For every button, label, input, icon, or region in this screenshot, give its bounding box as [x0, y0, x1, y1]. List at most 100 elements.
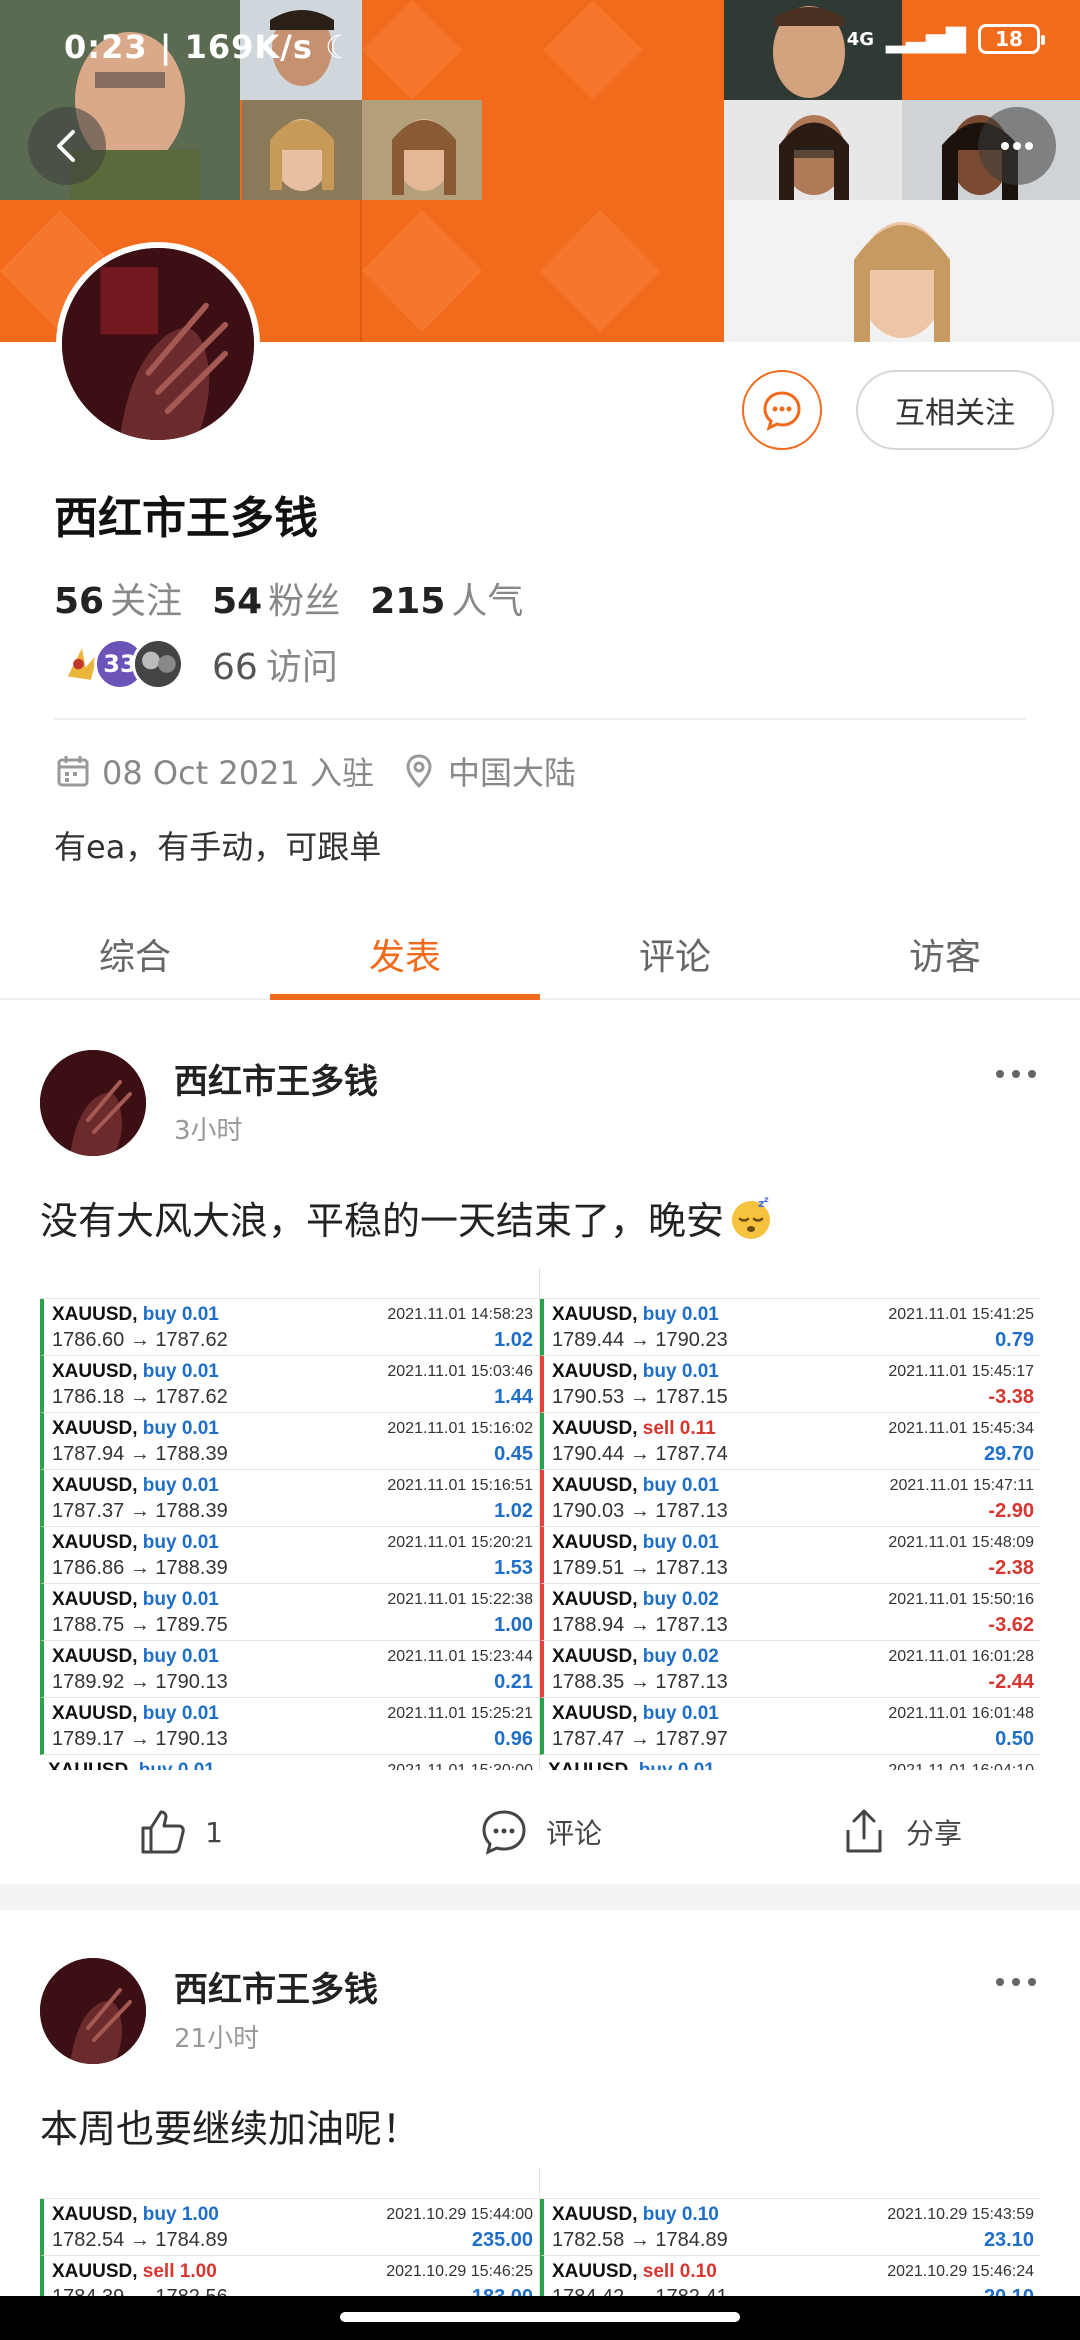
profile-avatar[interactable] — [56, 242, 260, 446]
followers-count[interactable]: 54 — [212, 581, 262, 622]
trade-direction: buy — [642, 1703, 677, 1724]
trade-symbol: XAUUSD, — [552, 1646, 638, 1667]
visitor-avatar — [132, 638, 184, 690]
trade-time: 2021.11.01 15:45:34 — [888, 1420, 1034, 1437]
tab-posts[interactable]: 发表 — [270, 900, 540, 1000]
like-button[interactable]: 1 — [0, 1792, 360, 1872]
recent-visitors[interactable]: 33 66 访问 — [56, 638, 338, 690]
trade-symbol: XAUUSD, — [48, 1760, 134, 1770]
trade-row-clipped — [540, 2168, 1040, 2199]
share-button[interactable]: 分享 — [720, 1792, 1080, 1872]
comment-button[interactable]: 评论 — [360, 1792, 720, 1872]
trade-symbol: XAUUSD, — [552, 1589, 638, 1610]
trade-symbol: XAUUSD, — [52, 1532, 138, 1553]
trade-lot: 0.01 — [181, 1589, 219, 1610]
location-icon — [406, 754, 432, 789]
trade-symbol: XAUUSD, — [52, 2261, 138, 2282]
tab-visitors[interactable]: 访客 — [810, 900, 1080, 998]
trade-time: 2021.10.29 15:44:00 — [386, 2206, 533, 2223]
trade-direction: buy — [642, 2204, 677, 2225]
trade-direction: buy — [642, 1589, 677, 1610]
trade-lot: 0.01 — [181, 1703, 219, 1724]
trade-time: 2021.11.01 15:20:21 — [387, 1534, 533, 1551]
join-date: 08 Oct 2021 入驻 — [102, 754, 375, 792]
trade-direction: buy — [142, 1703, 177, 1724]
trade-time: 2021.11.01 15:47:11 — [889, 1477, 1034, 1494]
tab-comments[interactable]: 评论 — [540, 900, 810, 998]
trade-time: 2021.11.01 16:04:10 — [888, 1759, 1034, 1770]
trade-lot: 0.01 — [681, 1361, 719, 1382]
trade-row: XAUUSD, buy 0.01 2021.11.01 15:25:21 1789.… — [40, 1698, 539, 1755]
trade-symbol: XAUUSD, — [552, 1703, 638, 1724]
trade-row: XAUUSD, sell 0.11 2021.11.01 15:45:34 1790… — [540, 1413, 1040, 1470]
trade-price: 1786.60 → 1787.62 — [52, 1329, 228, 1351]
trade-lot: 0.01 — [181, 1418, 219, 1439]
trade-lot: 0.01 — [681, 1304, 719, 1325]
post-text: 没有大风大浪，平稳的一天结束了，晚安 zz — [40, 1190, 774, 1245]
trade-row: XAUUSD, buy 0.10 2021.10.29 15:43:59 1782.… — [540, 2199, 1040, 2256]
post-more-icon[interactable] — [992, 1064, 1040, 1084]
trade-profit: -2.44 — [988, 1671, 1034, 1693]
trade-direction: buy — [142, 1475, 177, 1496]
trade-direction: sell — [642, 2261, 675, 2282]
following-label[interactable]: 关注 — [110, 572, 182, 624]
divider — [54, 718, 1026, 720]
trade-lot: 0.10 — [681, 2204, 719, 2225]
trade-direction: buy — [142, 1304, 177, 1325]
post-author-name[interactable]: 西红市王多钱 — [174, 1054, 378, 1103]
home-indicator[interactable] — [340, 2312, 740, 2322]
trade-profit: 0.79 — [995, 1329, 1034, 1351]
battery-icon: 18 — [978, 24, 1045, 54]
post-image-trades[interactable]: XAUUSD, buy 0.01 2021.11.01 14:58:23 1786.… — [40, 1268, 1040, 1770]
post-author-name[interactable]: 西红市王多钱 — [174, 1962, 378, 2011]
post-author-avatar[interactable] — [40, 1050, 146, 1156]
followers-label[interactable]: 粉丝 — [268, 572, 340, 624]
post-more-icon[interactable] — [992, 1972, 1040, 1992]
trade-profit: 1.53 — [494, 1557, 533, 1579]
trade-direction: buy — [639, 1760, 673, 1770]
trade-profit: 235.00 — [471, 2229, 533, 2251]
trade-time: 2021.10.29 15:46:24 — [887, 2263, 1034, 2280]
trade-column-left: XAUUSD, buy 0.01 2021.11.01 14:58:23 1786.… — [40, 1268, 540, 1770]
trade-profit: 0.50 — [995, 1728, 1034, 1750]
trade-lot: 0.02 — [681, 1646, 719, 1667]
svg-text:z: z — [764, 1195, 769, 1204]
trade-row: XAUUSD, buy 0.01 2021.11.01 14:58:23 1786.… — [40, 1299, 539, 1356]
trade-price: 1789.44 → 1790.23 — [552, 1329, 728, 1351]
trade-profit: -3.38 — [988, 1386, 1034, 1408]
cover-portrait — [724, 100, 902, 200]
trade-direction: buy — [142, 1418, 177, 1439]
popularity-label: 人气 — [451, 581, 524, 622]
tab-overview[interactable]: 综合 — [0, 900, 270, 998]
profile-name: 西红市王多钱 — [54, 493, 318, 544]
trade-row-clipped — [40, 1268, 539, 1299]
trade-row: XAUUSD, buy 0.01 2021.11.01 15:30:00 — [40, 1755, 539, 1770]
trade-row: XAUUSD, buy 0.01 2021.11.01 15:16:51 1787.… — [40, 1470, 539, 1527]
trade-price: 1790.53 → 1787.15 — [552, 1386, 728, 1408]
trade-lot: 0.01 — [178, 1760, 215, 1770]
following-count[interactable]: 56 — [54, 581, 104, 622]
share-label: 分享 — [905, 1817, 962, 1850]
trade-symbol: XAUUSD, — [52, 1304, 138, 1325]
trade-lot: 0.01 — [681, 1703, 719, 1724]
profile-stats: 56 关注 54 粉丝 215 人气 — [54, 572, 553, 624]
back-button[interactable] — [28, 107, 106, 185]
post-author-avatar[interactable] — [40, 1958, 146, 2064]
mutual-follow-button[interactable]: 互相关注 — [856, 370, 1054, 450]
trade-price: 1788.35 → 1787.13 — [552, 1671, 728, 1693]
trade-price: 1788.94 → 1787.13 — [552, 1614, 728, 1636]
trade-time: 2021.11.01 15:48:09 — [888, 1534, 1034, 1551]
trade-lot: 1.00 — [179, 2261, 217, 2282]
post-time: 3小时 — [174, 1116, 243, 1146]
trade-time: 2021.11.01 15:30:00 — [387, 1759, 533, 1770]
trade-direction: sell — [642, 1418, 675, 1439]
more-button[interactable] — [978, 107, 1056, 185]
trade-time: 2021.11.01 15:22:38 — [387, 1591, 533, 1608]
trade-direction: buy — [642, 1475, 677, 1496]
trade-direction: buy — [142, 2204, 177, 2225]
trade-time: 2021.10.29 15:43:59 — [887, 2206, 1034, 2223]
visits-count: 66 访问 — [212, 647, 338, 688]
message-button[interactable] — [742, 370, 822, 450]
trade-time: 2021.11.01 15:16:51 — [387, 1477, 533, 1494]
trade-price: 1787.37 → 1788.39 — [52, 1500, 228, 1522]
